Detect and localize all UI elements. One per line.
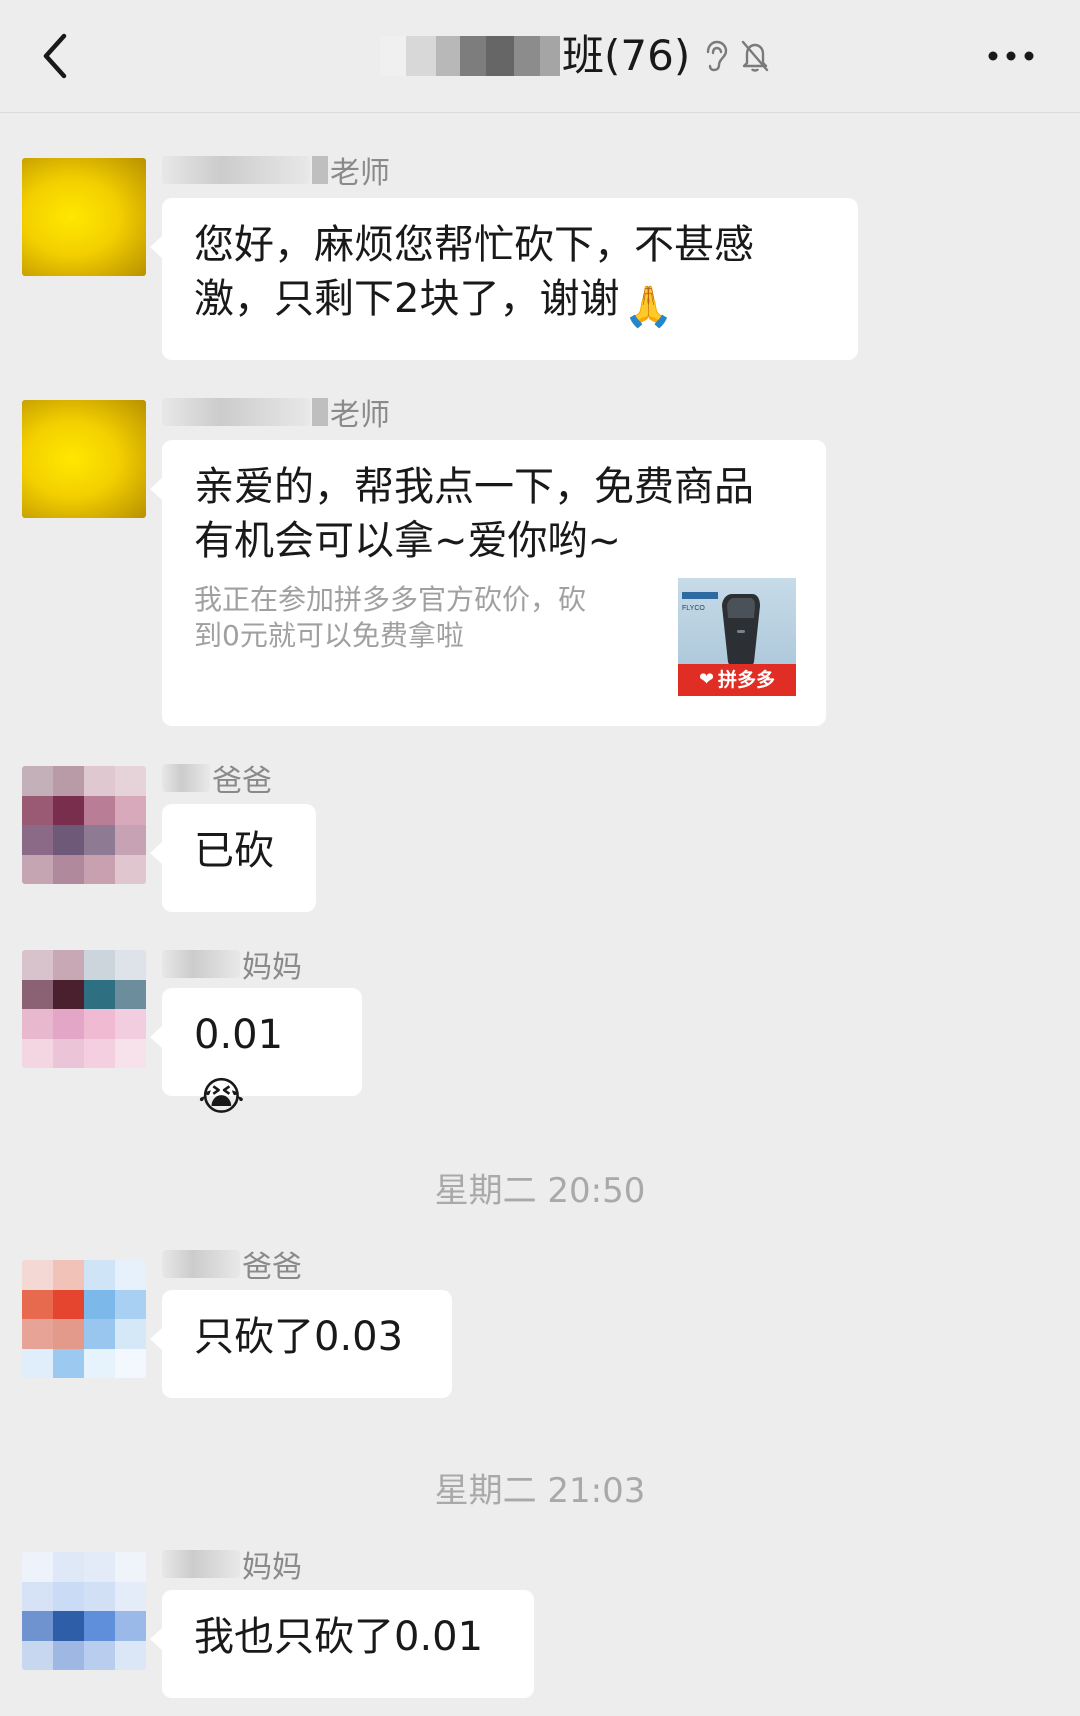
message-bubble[interactable]: 只砍了0.03 (150, 1290, 452, 1398)
message-text: 有机会可以拿~爱你哟~ (194, 518, 622, 564)
chat-title[interactable]: 班(76) (380, 26, 770, 86)
earpiece-icon (707, 40, 728, 72)
avatar[interactable] (22, 766, 146, 884)
message-text: 激，只剩下2块了，谢谢 🙏 (194, 272, 826, 334)
message-text: 亲爱的，帮我点一下，免费商品 (194, 464, 754, 510)
avatar[interactable] (22, 1260, 146, 1378)
redacted-group-name (380, 36, 560, 76)
message-bubble[interactable]: 已砍 (150, 804, 316, 912)
avatar[interactable] (22, 400, 146, 518)
avatar[interactable] (22, 950, 146, 1068)
link-card-description: 我正在参加拼多多官方砍价，砍 到0元就可以免费拿啦 (194, 583, 587, 652)
message-text: 我也只砍了0.01 (194, 1614, 484, 1660)
sender-name: 妈妈 (162, 946, 302, 985)
sender-name: 爸爸 (162, 1246, 302, 1285)
pinduoduo-logo: ❤ 拼多多 (678, 664, 796, 696)
message-text: 只砍了0.03 (194, 1314, 404, 1360)
sender-name: 爸爸 (162, 760, 272, 799)
chat-header: 班(76) (0, 0, 1080, 113)
folded-hands-emoji: 🙏 (623, 284, 674, 330)
product-thumbnail: FLYCO ❤ 拼多多 (678, 578, 796, 696)
avatar[interactable] (22, 158, 146, 276)
sender-name: 妈妈 (162, 1546, 302, 1585)
message-bubble[interactable]: 0.01😭 (150, 988, 362, 1120)
more-options-button[interactable] (986, 36, 1036, 76)
message-bubble[interactable]: 您好，麻烦您帮忙砍下，不甚感 激，只剩下2块了，谢谢 🙏 (150, 198, 858, 360)
back-button[interactable] (36, 26, 76, 86)
product-brand: FLYCO (682, 605, 705, 612)
avatar[interactable] (22, 1552, 146, 1670)
timestamp: 星期二 20:50 (434, 1171, 646, 1211)
message-bubble[interactable]: 我也只砍了0.01 (150, 1590, 534, 1698)
group-title: 班(76) (562, 31, 691, 80)
sender-name: 老师 (162, 394, 390, 433)
timestamp: 星期二 21:03 (434, 1471, 646, 1511)
message-text: 已砍 (194, 828, 274, 874)
sender-name: 老师 (162, 152, 390, 191)
bell-off-icon (742, 40, 769, 72)
pinduoduo-heart-icon: ❤ (698, 669, 715, 690)
crying-face-emoji: 😭 (198, 1074, 245, 1120)
link-card-bubble[interactable]: 亲爱的，帮我点一下，免费商品 有机会可以拿~爱你哟~ 我正在参加拼多多官方砍价，… (150, 440, 826, 726)
message-text: 0.01😭 (194, 1008, 330, 1124)
message-text: 您好，麻烦您帮忙砍下，不甚感 (194, 222, 754, 268)
